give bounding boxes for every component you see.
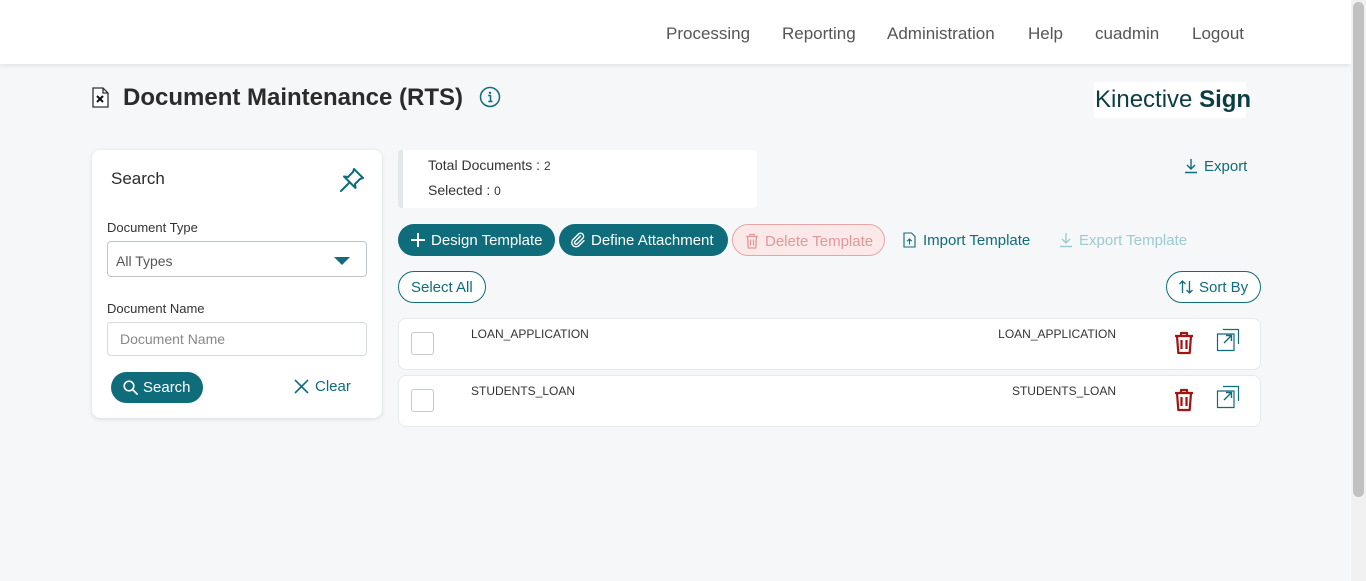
open-external-icon[interactable]	[1216, 385, 1240, 409]
row-checkbox[interactable]	[411, 332, 434, 355]
pin-icon[interactable]	[338, 166, 366, 194]
sort-icon	[1179, 280, 1193, 294]
search-panel: Search Document Type All Types Document …	[92, 150, 382, 418]
total-documents: Total Documents : 2	[428, 157, 551, 173]
document-type-label: Document Type	[107, 220, 198, 235]
document-type-select[interactable]: All Types	[107, 241, 367, 277]
trash-icon[interactable]	[1173, 331, 1195, 355]
brand-text-regular: Kinective	[1095, 86, 1200, 113]
export-button-label: Export	[1204, 158, 1248, 175]
plus-icon	[411, 233, 425, 247]
nav-logout[interactable]: Logout	[1192, 24, 1244, 44]
paperclip-icon	[571, 232, 585, 248]
trash-icon	[746, 233, 758, 249]
page-scrollbar[interactable]	[1351, 0, 1366, 581]
total-documents-count: 2	[543, 159, 551, 173]
selected-documents-count: 0	[494, 184, 501, 198]
document-type-value: All Types	[116, 253, 173, 269]
define-attachment-button[interactable]: Define Attachment	[559, 224, 728, 256]
document-summary: Total Documents : 2 Selected : 0	[398, 150, 757, 208]
open-external-icon[interactable]	[1216, 328, 1240, 352]
download-icon	[1185, 159, 1197, 174]
document-name-input[interactable]	[107, 322, 367, 356]
document-name: STUDENTS_LOAN	[471, 384, 576, 398]
document-name: LOAN_APPLICATION	[471, 327, 589, 341]
define-attachment-label: Define Attachment	[591, 232, 714, 249]
nav-help[interactable]: Help	[1028, 24, 1063, 44]
close-icon	[294, 379, 309, 394]
document-description: STUDENTS_LOAN	[1011, 384, 1116, 398]
file-import-icon	[903, 232, 916, 248]
export-template-button[interactable]: Export Template	[1059, 231, 1189, 251]
chevron-down-icon	[334, 257, 350, 265]
delete-template-label: Delete Template	[765, 233, 874, 250]
design-template-label: Design Template	[431, 232, 543, 249]
info-icon[interactable]	[479, 86, 501, 108]
delete-template-button[interactable]: Delete Template	[732, 224, 885, 256]
nav-processing[interactable]: Processing	[666, 24, 750, 44]
selected-documents: Selected : 0	[428, 182, 501, 198]
nav-administration[interactable]: Administration	[887, 24, 995, 44]
page-title: Document Maintenance (RTS)	[123, 84, 464, 111]
row-checkbox[interactable]	[411, 389, 434, 412]
search-panel-title: Search	[111, 169, 165, 188]
export-template-label: Export Template	[1079, 232, 1188, 249]
selected-documents-label: Selected :	[428, 182, 495, 198]
document-x-icon	[92, 87, 109, 108]
design-template-button[interactable]: Design Template	[398, 224, 555, 256]
import-template-button[interactable]: Import Template	[903, 231, 1033, 251]
nav-user-menu[interactable]: cuadmin	[1095, 24, 1159, 44]
clear-button-label: Clear	[315, 378, 351, 395]
import-template-label: Import Template	[923, 232, 1031, 249]
top-navigation-bar: Processing Reporting Administration Help…	[0, 0, 1351, 64]
search-button-label: Search	[143, 379, 191, 396]
search-button[interactable]: Search	[111, 372, 203, 403]
search-icon	[123, 380, 138, 395]
nav-reporting[interactable]: Reporting	[782, 24, 856, 44]
select-all-label: Select All	[411, 279, 473, 296]
document-name-label: Document Name	[107, 301, 205, 316]
total-documents-label: Total Documents :	[428, 157, 544, 173]
trash-icon[interactable]	[1173, 388, 1195, 412]
brand-text-bold: Sign	[1199, 86, 1252, 113]
document-description: LOAN_APPLICATION	[998, 327, 1116, 341]
document-row[interactable]: LOAN_APPLICATION LOAN_APPLICATION	[398, 318, 1261, 370]
sort-by-button[interactable]: Sort By	[1166, 271, 1261, 303]
sort-by-label: Sort By	[1199, 279, 1249, 296]
scrollbar-thumb[interactable]	[1353, 2, 1364, 497]
select-all-button[interactable]: Select All	[398, 271, 486, 303]
brand-logo: Kinective Sign	[1094, 82, 1251, 118]
download-icon	[1060, 233, 1072, 248]
document-row[interactable]: STUDENTS_LOAN STUDENTS_LOAN	[398, 375, 1261, 427]
